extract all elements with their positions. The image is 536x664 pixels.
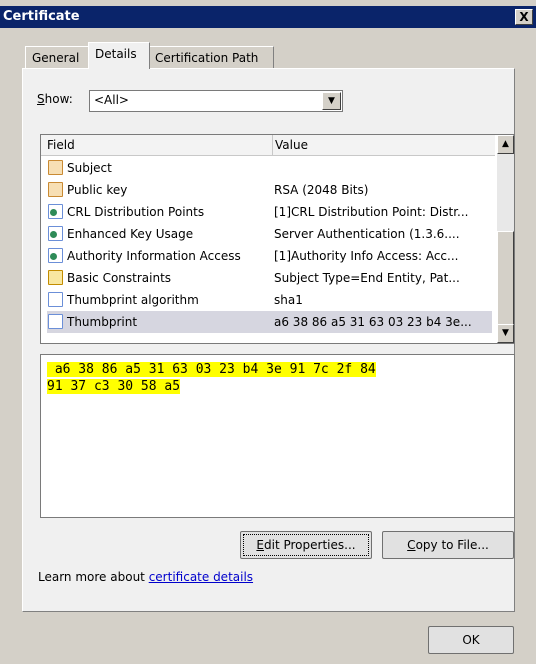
list-item[interactable]: Public key RSA (2048 Bits) bbox=[47, 179, 492, 201]
column-header-field[interactable]: Field bbox=[41, 135, 273, 156]
field-value: RSA (2048 Bits) bbox=[274, 183, 369, 197]
field-value: sha1 bbox=[274, 293, 303, 307]
warning-icon bbox=[48, 270, 63, 285]
field-name: Thumbprint algorithm bbox=[67, 293, 199, 307]
edit-accel: E bbox=[256, 538, 265, 552]
field-name: Subject bbox=[67, 161, 112, 175]
tab-certification-path-label: Certification Path bbox=[155, 51, 259, 65]
list-item[interactable]: Thumbprint algorithm sha1 bbox=[47, 289, 492, 311]
value-detail-textbox[interactable]: a6 38 86 a5 31 63 03 23 b4 3e 91 7c 2f 8… bbox=[40, 354, 515, 518]
list-item[interactable]: Authority Information Access [1]Authorit… bbox=[47, 245, 492, 267]
details-list[interactable]: Field Value Subject Public key RSA (2048… bbox=[40, 134, 515, 344]
cert-doc-icon bbox=[48, 182, 63, 197]
tab-general-label: General bbox=[32, 51, 80, 65]
tab-details-label: Details bbox=[95, 47, 137, 61]
show-label: Show: bbox=[37, 92, 73, 106]
close-button[interactable]: X bbox=[515, 9, 533, 25]
certificate-dialog: Certificate X General Details Certificat… bbox=[0, 0, 536, 664]
field-name: Authority Information Access bbox=[67, 249, 241, 263]
window-title: Certificate bbox=[3, 9, 80, 24]
edit-rest: dit Properties... bbox=[264, 538, 356, 552]
learn-more-text: Learn more about certificate details bbox=[38, 570, 253, 584]
scroll-up-icon[interactable]: ▲ bbox=[497, 135, 514, 154]
list-item[interactable]: Enhanced Key Usage Server Authentication… bbox=[47, 223, 492, 245]
title-bar: Certificate X bbox=[0, 6, 536, 28]
page-icon bbox=[48, 314, 63, 329]
edit-properties-button[interactable]: Edit Properties... bbox=[240, 531, 372, 559]
list-item-selected[interactable]: Thumbprint a6 38 86 a5 31 63 03 23 b4 3e… bbox=[47, 311, 492, 333]
copy-to-file-button[interactable]: Copy to File... bbox=[382, 531, 514, 559]
learn-more-prefix: Learn more about bbox=[38, 570, 149, 584]
show-dropdown[interactable]: <All> ▼ bbox=[89, 90, 343, 112]
list-item[interactable]: Subject bbox=[47, 157, 492, 179]
tab-details[interactable]: Details bbox=[88, 42, 150, 69]
list-item[interactable]: CRL Distribution Points [1]CRL Distribut… bbox=[47, 201, 492, 223]
certificate-details-link[interactable]: certificate details bbox=[149, 570, 253, 584]
show-label-accel: S bbox=[37, 92, 45, 106]
tab-general[interactable]: General bbox=[25, 46, 91, 69]
field-name: CRL Distribution Points bbox=[67, 205, 205, 219]
field-name: Basic Constraints bbox=[67, 271, 172, 285]
thumbprint-line-2: 91 37 c3 30 58 a5 bbox=[47, 379, 181, 394]
field-value: [1]CRL Distribution Point: Distr... bbox=[274, 205, 469, 219]
scroll-thumb[interactable] bbox=[497, 231, 514, 325]
copy-rest: opy to File... bbox=[415, 538, 489, 552]
field-value: Server Authentication (1.3.6.... bbox=[274, 227, 460, 241]
field-name: Thumbprint bbox=[67, 315, 138, 329]
extension-icon bbox=[48, 204, 63, 219]
chevron-down-icon[interactable]: ▼ bbox=[322, 92, 341, 110]
page-icon bbox=[48, 292, 63, 307]
show-label-rest: how: bbox=[44, 92, 73, 106]
field-name: Public key bbox=[67, 183, 128, 197]
thumbprint-text: a6 38 86 a5 31 63 03 23 b4 3e 91 7c 2f 8… bbox=[47, 361, 376, 395]
cert-doc-icon bbox=[48, 160, 63, 175]
thumbprint-line-1: a6 38 86 a5 31 63 03 23 b4 3e 91 7c 2f 8… bbox=[47, 362, 376, 377]
extension-icon bbox=[48, 248, 63, 263]
column-header-value[interactable]: Value bbox=[273, 135, 495, 156]
field-name: Enhanced Key Usage bbox=[67, 227, 194, 241]
ok-button[interactable]: OK bbox=[428, 626, 514, 654]
field-value: Subject Type=End Entity, Pat... bbox=[274, 271, 460, 285]
list-item[interactable]: Basic Constraints Subject Type=End Entit… bbox=[47, 267, 492, 289]
copy-accel: C bbox=[407, 538, 416, 552]
tab-certification-path[interactable]: Certification Path bbox=[148, 46, 274, 69]
extension-icon bbox=[48, 226, 63, 241]
scroll-down-icon[interactable]: ▼ bbox=[497, 324, 514, 343]
show-dropdown-value: <All> bbox=[94, 93, 129, 107]
field-value: [1]Authority Info Access: Acc... bbox=[274, 249, 459, 263]
field-value: a6 38 86 a5 31 63 03 23 b4 3e... bbox=[274, 315, 472, 329]
vertical-scrollbar[interactable]: ▲ ▼ bbox=[497, 135, 514, 343]
